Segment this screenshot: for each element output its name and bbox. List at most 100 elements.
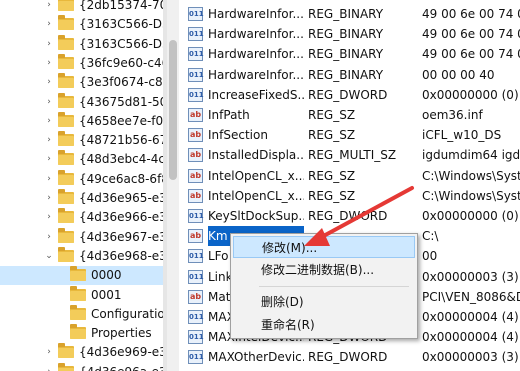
tree-item[interactable]: › {3163C566-D38 bbox=[0, 34, 177, 54]
chevron-right-icon[interactable]: › bbox=[44, 170, 54, 189]
tree-item[interactable]: Configuratio bbox=[0, 304, 165, 324]
tree-item[interactable]: › {2db15374-706 bbox=[0, 0, 175, 15]
value-row[interactable]: 011 IncreaseFixedS... REG_DWORD 0x00000000 … bbox=[180, 85, 520, 105]
value-data: 49 00 6e 00 74 00 bbox=[422, 27, 520, 42]
value-data: 0x00000004 (4) bbox=[422, 310, 519, 324]
tree-scrollbar-thumb[interactable] bbox=[169, 40, 177, 180]
chevron-right-icon[interactable]: › bbox=[44, 363, 54, 371]
tree-item-label: {48721b56-679 bbox=[79, 133, 175, 148]
chevron-right-icon[interactable]: › bbox=[44, 189, 54, 208]
value-type: REG_BINARY bbox=[308, 67, 384, 82]
tree-item[interactable]: › {43675d81-502 bbox=[0, 92, 175, 112]
folder-icon bbox=[58, 53, 74, 69]
chevron-right-icon[interactable]: › bbox=[44, 228, 54, 247]
registry-tree-pane[interactable]: › {2db15374-706 › {3163C566-D38 › {3163C566-D… bbox=[0, 0, 178, 371]
tree-item[interactable]: › {3e3f0674-c83c bbox=[0, 73, 177, 92]
value-name[interactable]: HardwareInfor... bbox=[208, 4, 304, 24]
value-type: REG_SZ bbox=[308, 168, 356, 183]
tree-item[interactable]: › {48721b56-679 bbox=[0, 131, 175, 150]
registry-binary-value-icon: 011 bbox=[188, 47, 204, 62]
chevron-right-icon[interactable]: › bbox=[44, 131, 54, 150]
value-name[interactable]: InstalledDispla... bbox=[208, 145, 304, 165]
chevron-right-icon[interactable]: › bbox=[44, 343, 54, 362]
tree-item[interactable]: 0001 bbox=[0, 285, 163, 305]
context-menu-item[interactable]: 重命名(R) bbox=[233, 314, 415, 336]
value-row[interactable]: ab IntelOpenCL_x... REG_SZ C:\Windows\Syste bbox=[180, 186, 520, 206]
tree-scrollbar[interactable] bbox=[167, 0, 179, 371]
value-data: igdumdim64 igd1 bbox=[422, 148, 520, 163]
value-name[interactable]: HardwareInfor... bbox=[208, 24, 304, 44]
value-name[interactable]: MAXOtherDevic... bbox=[208, 347, 304, 367]
tree-item[interactable]: › {36fc9e60-c465 bbox=[0, 53, 177, 73]
tree-item[interactable]: › {48d3ebc4-4cf8 bbox=[0, 150, 177, 169]
tree-item[interactable]: › {4d36e965-e32 bbox=[0, 189, 174, 208]
value-name[interactable]: IntelOpenCL_x... bbox=[208, 186, 304, 206]
folder-icon bbox=[58, 246, 74, 262]
tree-item[interactable]: › {3163C566-D38 bbox=[0, 15, 177, 34]
context-menu-item[interactable]: 修改二进制数据(B)... bbox=[233, 259, 415, 281]
tree-item[interactable]: › {49ce6ac8-6f86 bbox=[0, 169, 177, 189]
value-name[interactable]: KeySltDockSup... bbox=[208, 206, 304, 226]
value-row[interactable]: 011 HardwareInfor... REG_BINARY 49 00 6e 00… bbox=[180, 24, 520, 44]
value-name[interactable]: IncreaseFixedS... bbox=[208, 85, 304, 105]
value-name[interactable]: IntelOpenCL_x... bbox=[208, 166, 304, 186]
tree-item-label: Properties bbox=[91, 326, 152, 341]
value-data: 49 00 6e 00 74 00 bbox=[422, 47, 520, 62]
value-type: REG_MULTI_SZ bbox=[308, 148, 397, 163]
folder-icon bbox=[58, 208, 74, 224]
chevron-right-icon[interactable]: › bbox=[44, 15, 54, 34]
tree-item[interactable]: › {4d36e969-e32 bbox=[0, 343, 174, 362]
folder-icon bbox=[58, 189, 74, 204]
tree-item[interactable]: › {4d36e967-e32 bbox=[0, 227, 174, 247]
tree-item[interactable]: Properties bbox=[0, 324, 163, 343]
chevron-down-icon[interactable]: ⌄ bbox=[44, 247, 54, 266]
folder-icon bbox=[58, 362, 74, 371]
registry-string-value-icon: ab bbox=[188, 148, 203, 163]
value-row[interactable]: 011 HardwareInfor... REG_BINARY 49 00 6e 00… bbox=[180, 4, 520, 24]
value-row[interactable]: ab InstalledDispla... REG_MULTI_SZ igdumdim… bbox=[180, 145, 520, 165]
context-menu-item[interactable]: 修改(M)... bbox=[233, 236, 415, 258]
value-data: 00 00 00 40 bbox=[422, 67, 495, 82]
value-row[interactable]: ab InfPath REG_SZ oem36.inf bbox=[180, 105, 520, 125]
value-data: 00 bbox=[422, 249, 438, 264]
registry-binary-value-icon: 011 bbox=[188, 249, 204, 264]
value-type: REG_DWORD bbox=[308, 209, 388, 223]
tree-item[interactable]: › {4d36e96a-e32 bbox=[0, 362, 174, 371]
value-data: 0x00000000 (0) bbox=[422, 87, 519, 102]
chevron-right-icon[interactable]: › bbox=[44, 112, 54, 131]
value-row[interactable]: 011 HardwareInfor... REG_BINARY 49 00 6e 00… bbox=[180, 44, 520, 64]
tree-item[interactable]: › {4d36e966-e32 bbox=[0, 208, 174, 227]
tree-item[interactable]: › {4658ee7e-f050 bbox=[0, 111, 178, 131]
value-row[interactable]: 011 MAXOtherDevic... REG_DWORD 0x00000003 (… bbox=[180, 347, 520, 367]
chevron-right-icon[interactable]: › bbox=[44, 208, 54, 227]
tree-item[interactable]: ⌄ {4d36e968-e32 bbox=[0, 246, 174, 266]
chevron-right-icon[interactable]: › bbox=[44, 150, 54, 169]
chevron-right-icon[interactable]: › bbox=[44, 73, 54, 92]
folder-icon bbox=[58, 150, 74, 166]
registry-string-value-icon: ab bbox=[188, 108, 203, 122]
chevron-right-icon[interactable]: › bbox=[44, 54, 54, 73]
value-name[interactable]: InfSection bbox=[208, 125, 304, 145]
tree-item-label: {4d36e968-e32 bbox=[79, 248, 175, 263]
tree-item-label: {4d36e96a-e32 bbox=[79, 363, 174, 371]
context-menu-item[interactable]: 删除(D) bbox=[233, 291, 415, 313]
tree-item-label: {2db15374-706 bbox=[79, 0, 175, 12]
value-row[interactable]: ab IntelOpenCL_x... REG_SZ C:\Windows\Syste bbox=[180, 166, 520, 186]
folder-icon bbox=[70, 285, 86, 301]
menu-separator bbox=[259, 286, 409, 287]
value-name[interactable]: InfPath bbox=[208, 105, 304, 125]
value-name[interactable]: HardwareInfor... bbox=[208, 44, 304, 64]
chevron-right-icon[interactable]: › bbox=[44, 0, 54, 15]
value-row[interactable]: 011 HardwareInfor... REG_BINARY 00 00 00 40 bbox=[180, 65, 520, 85]
tree-item-label: {4d36e966-e32 bbox=[79, 210, 175, 225]
chevron-right-icon[interactable]: › bbox=[44, 93, 54, 112]
tree-item-label: 0001 bbox=[91, 287, 122, 302]
chevron-right-icon[interactable]: › bbox=[44, 35, 54, 54]
registry-binary-value-icon: 011 bbox=[188, 67, 204, 82]
value-name[interactable]: HardwareInfor... bbox=[208, 65, 304, 85]
value-row[interactable]: 011 KeySltDockSup... REG_DWORD 0x00000000 (… bbox=[180, 206, 520, 226]
context-menu: 修改(M)... 修改二进制数据(B)... 删除(D) 重命名(R) bbox=[230, 233, 418, 339]
value-type: REG_BINARY bbox=[308, 47, 384, 62]
tree-item[interactable]: 0000 bbox=[0, 266, 163, 286]
value-row[interactable]: ab InfSection REG_SZ iCFL_w10_DS bbox=[180, 125, 520, 145]
